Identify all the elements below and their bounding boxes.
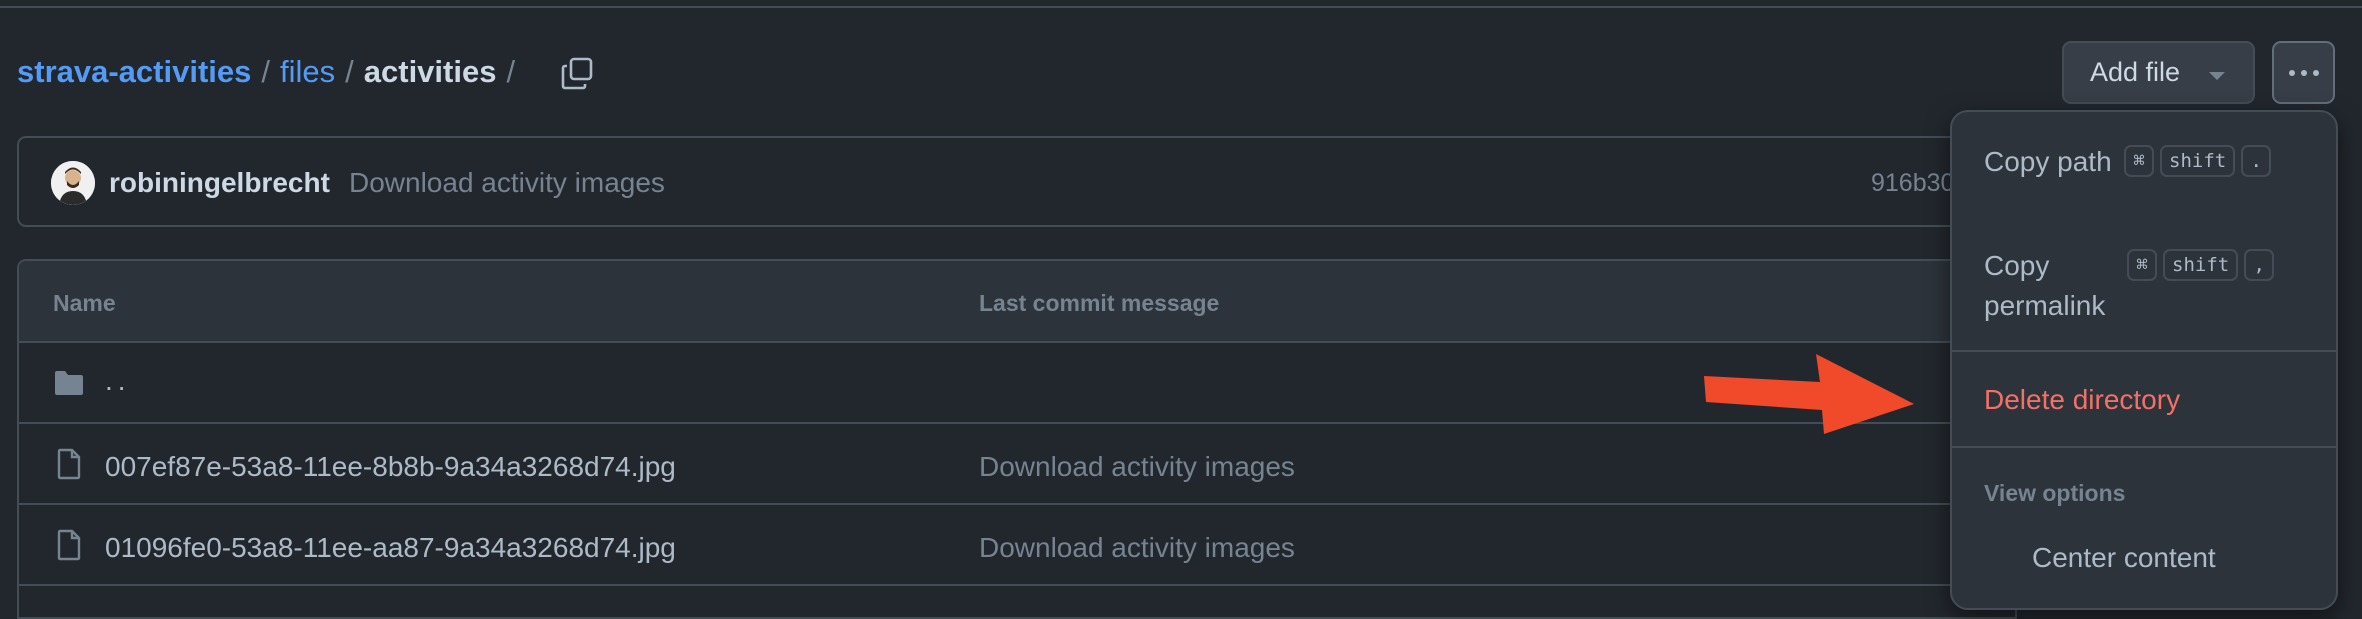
parent-directory-label: .. — [105, 365, 131, 396]
more-options-button[interactable] — [2272, 41, 2335, 104]
file-commit-message-link[interactable]: Download activity images — [979, 451, 1295, 483]
breadcrumb-separator: / — [506, 54, 516, 89]
breadcrumb-repo-link[interactable]: strava-activities — [17, 54, 251, 90]
file-table: Name Last commit message .. 007ef87e-53a… — [17, 259, 2017, 619]
copy-path-menu-item[interactable]: Copy path — [1984, 142, 2124, 182]
table-row[interactable]: 007ef87e-53a8-11ee-8b8b-9a34a3268d74.jpg… — [19, 424, 2015, 505]
breadcrumb-current: activities — [363, 54, 497, 89]
add-file-label: Add file — [2090, 57, 2181, 87]
table-row[interactable]: 01096fe0-53a8-11ee-aa87-9a34a3268d74.jpg… — [19, 505, 2015, 586]
breadcrumb-separator: / — [345, 54, 354, 89]
kebab-horizontal-icon — [2288, 69, 2319, 76]
file-name-link[interactable]: 01096fe0-53a8-11ee-aa87-9a34a3268d74.jpg — [105, 532, 676, 564]
latest-commit-bar: robiningelbrecht Download activity image… — [17, 136, 2017, 227]
comma-key: , — [2244, 249, 2275, 281]
copy-icon[interactable] — [560, 55, 596, 91]
copy-permalink-shortcut: ⌘ shift , — [2127, 249, 2275, 281]
shift-key: shift — [2163, 249, 2239, 281]
delete-directory-menu-item[interactable]: Delete directory — [1984, 380, 2180, 420]
menu-divider — [1952, 350, 2336, 352]
annotation-arrow — [1700, 352, 1920, 436]
column-header-name: Name — [53, 290, 116, 316]
top-divider — [0, 6, 2362, 8]
breadcrumb: strava-activities / files / activities / — [17, 50, 525, 94]
column-header-last-commit: Last commit message — [979, 290, 1220, 316]
file-icon — [53, 529, 85, 561]
period-key: . — [2241, 145, 2272, 177]
caret-down-icon — [2209, 72, 2225, 80]
commit-hash-link[interactable]: 916b30 — [1871, 169, 1954, 198]
copy-path-shortcut: ⌘ shift . — [2124, 145, 2272, 177]
add-file-button[interactable]: Add file — [2062, 41, 2255, 104]
center-content-menu-item[interactable]: Center content — [2032, 538, 2216, 578]
folder-icon — [53, 367, 85, 399]
copy-permalink-menu-item[interactable]: Copy permalink — [1984, 246, 2124, 326]
avatar[interactable] — [51, 161, 95, 205]
table-header: Name Last commit message — [19, 261, 2015, 343]
view-options-header: View options — [1984, 480, 2126, 506]
command-key: ⌘ — [2124, 145, 2154, 177]
more-options-menu: Copy path ⌘ shift . Copy permalink ⌘ shi… — [1950, 110, 2338, 610]
file-icon — [53, 448, 85, 480]
breadcrumb-folder-link[interactable]: files — [280, 54, 335, 90]
command-key: ⌘ — [2127, 249, 2157, 281]
breadcrumb-separator: / — [261, 54, 270, 89]
file-commit-message-link[interactable]: Download activity images — [979, 532, 1295, 564]
commit-message-link[interactable]: Download activity images — [349, 167, 665, 199]
menu-divider — [1952, 446, 2336, 448]
commit-author-link[interactable]: robiningelbrecht — [109, 167, 330, 199]
file-name-link[interactable]: 007ef87e-53a8-11ee-8b8b-9a34a3268d74.jpg — [105, 451, 676, 483]
shift-key: shift — [2160, 145, 2236, 177]
